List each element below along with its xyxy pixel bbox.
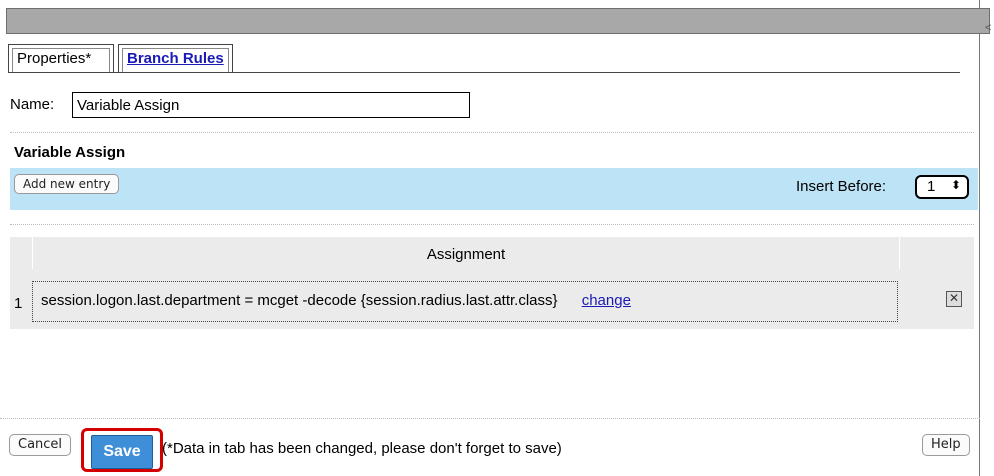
row-number: 1 — [14, 295, 23, 312]
unsaved-note: (*Data in tab has been changed, please d… — [162, 440, 562, 457]
help-button[interactable]: Help — [922, 434, 970, 456]
cancel-button[interactable]: Cancel — [9, 434, 72, 456]
footer-divider — [0, 418, 980, 419]
insert-before-select[interactable]: 1 ⬍ — [915, 175, 969, 199]
entry-toolbar: Add new entry Insert Before: 1 ⬍ — [10, 168, 978, 210]
tab-branch-rules[interactable]: Branch Rules — [118, 44, 233, 72]
section-title: Variable Assign — [14, 144, 126, 161]
dialog: < Properties* Branch Rules Name: Variabl… — [0, 0, 991, 476]
select-chevron-icon: ⬍ — [950, 178, 961, 192]
table-row[interactable]: session.logon.last.department = mcget -d… — [32, 281, 898, 322]
column-header-assignment: Assignment — [32, 237, 900, 269]
add-new-entry-button[interactable]: Add new entry — [14, 174, 120, 194]
divider — [10, 132, 974, 133]
tab-properties[interactable]: Properties* — [8, 44, 114, 72]
tab-properties-label: Properties* — [17, 50, 92, 67]
tab-bar: Properties* Branch Rules — [8, 44, 960, 73]
delete-row-icon[interactable]: ✕ — [946, 291, 962, 307]
tab-branch-rules-label[interactable]: Branch Rules — [127, 50, 224, 67]
dialog-titlebar[interactable] — [6, 8, 990, 34]
divider — [10, 224, 974, 225]
insert-before-value: 1 — [927, 178, 936, 195]
assignment-table: Assignment 1 session.logon.last.departme… — [10, 237, 974, 329]
assignment-expression: session.logon.last.department = mcget -d… — [41, 292, 558, 309]
name-label: Name: — [10, 96, 55, 113]
name-input[interactable] — [72, 92, 470, 118]
save-button[interactable]: Save — [91, 435, 153, 469]
insert-before-label: Insert Before: — [796, 178, 887, 195]
scroll-edge-glyph: < — [985, 22, 992, 34]
change-link[interactable]: change — [582, 292, 631, 309]
